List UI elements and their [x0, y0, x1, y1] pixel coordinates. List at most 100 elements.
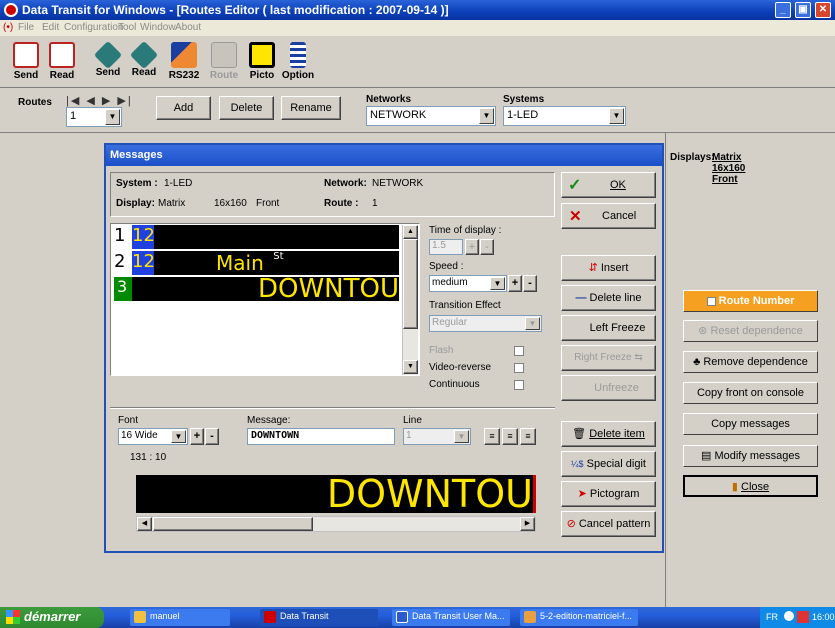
- lang-indicator[interactable]: FR: [766, 612, 778, 622]
- line-3-led[interactable]: DOWNTOU: [132, 277, 399, 301]
- pictogram-button[interactable]: ➤ Pictogram: [561, 481, 656, 507]
- font-label: Font: [118, 415, 139, 426]
- scroll-up-icon[interactable]: ▲: [403, 225, 418, 239]
- align-right-icon: ≡: [525, 431, 531, 441]
- displays-value-1[interactable]: Matrix: [712, 152, 741, 163]
- title-bar: Data Transit for Windows - [Routes Edito…: [0, 0, 835, 20]
- continuous-checkbox[interactable]: [514, 380, 524, 390]
- time-plus-button[interactable]: +: [465, 239, 479, 255]
- video-reverse-checkbox[interactable]: [514, 363, 524, 373]
- h-scroll-thumb[interactable]: [153, 517, 313, 531]
- scroll-down-icon[interactable]: ▼: [403, 360, 418, 374]
- scroll-left-icon[interactable]: ◀: [137, 517, 152, 531]
- restore-button[interactable]: ▣: [795, 2, 811, 18]
- lines-scrollbar[interactable]: ▲ ▼: [402, 225, 418, 375]
- app-icon: [4, 3, 18, 17]
- line-1-led[interactable]: [154, 225, 399, 249]
- menu-file[interactable]: File: [18, 22, 34, 33]
- delete-route-button[interactable]: Delete: [219, 96, 274, 120]
- systems-select[interactable]: 1-LED ▼: [503, 106, 626, 126]
- preview-scrollbar[interactable]: ◀ ▶: [136, 516, 536, 532]
- delete-item-button[interactable]: 🗑 Delete item: [561, 421, 656, 447]
- font-select[interactable]: 16 Wide ▼: [118, 428, 188, 445]
- time-of-display-select[interactable]: 1.5: [429, 239, 463, 255]
- remove-dependence-button[interactable]: ♣ Remove dependence: [683, 351, 818, 373]
- flash-checkbox[interactable]: [514, 346, 524, 356]
- delete-item-label: Delete item: [589, 428, 645, 440]
- route-number-checkbox[interactable]: [706, 296, 716, 306]
- menu-edit[interactable]: Edit: [42, 22, 59, 33]
- right-freeze-button[interactable]: Right Freeze ⇆: [561, 345, 656, 371]
- chevron-down-icon: ▼: [609, 108, 624, 124]
- task-manuel[interactable]: manuel: [130, 609, 230, 626]
- route-nav-arrows[interactable]: |◀ ◀ ▶ ▶|: [66, 94, 133, 107]
- copy-messages-button[interactable]: Copy messages: [683, 413, 818, 435]
- displays-value-2[interactable]: 16x160: [712, 163, 745, 174]
- cancel-button[interactable]: ✕ Cancel: [561, 203, 656, 229]
- read-button[interactable]: Read: [44, 40, 80, 86]
- menu-window[interactable]: Window: [140, 22, 176, 33]
- modify-messages-button[interactable]: ▤ Modify messages: [683, 445, 818, 467]
- networks-select[interactable]: NETWORK ▼: [366, 106, 496, 126]
- align-center-button[interactable]: ≡: [502, 428, 518, 445]
- rename-route-button[interactable]: Rename: [281, 96, 341, 120]
- speed-value: medium: [432, 277, 468, 288]
- network-icon[interactable]: [784, 611, 794, 621]
- insert-button[interactable]: ⇵ Insert: [561, 255, 656, 281]
- route-number-button[interactable]: Route Number: [683, 290, 818, 312]
- taskbar: démarrer manuel Data Transit Data Transi…: [0, 607, 835, 628]
- message-input[interactable]: DOWNTOWN: [247, 428, 395, 445]
- route-button[interactable]: Route: [206, 40, 242, 86]
- scroll-thumb[interactable]: [403, 239, 418, 329]
- transition-select[interactable]: Regular ▼: [429, 315, 542, 332]
- delete-line-label: Delete line: [589, 292, 642, 304]
- alert-icon[interactable]: [797, 611, 809, 623]
- time-minus-button[interactable]: -: [480, 239, 494, 255]
- ok-button[interactable]: ✓ OK: [561, 172, 656, 198]
- font-plus-button[interactable]: +: [190, 428, 204, 445]
- picto-button[interactable]: Picto: [244, 40, 280, 86]
- line-select[interactable]: 1 ▼: [403, 428, 471, 445]
- task-data-transit[interactable]: Data Transit: [260, 609, 378, 626]
- special-digit-label: Special digit: [586, 458, 646, 470]
- scroll-right-icon[interactable]: ▶: [520, 517, 535, 531]
- freeze-icon: ⇆: [634, 352, 643, 363]
- font-minus-button[interactable]: -: [205, 428, 219, 445]
- option-button[interactable]: Option: [280, 40, 316, 86]
- left-freeze-button[interactable]: Left Freeze: [561, 315, 656, 341]
- close-window-button[interactable]: ✕: [815, 2, 831, 18]
- copy-front-button[interactable]: Copy front on console: [683, 382, 818, 404]
- close-button[interactable]: ▮ Close: [683, 475, 818, 497]
- task-user-manual[interactable]: Data Transit User Ma...: [392, 609, 510, 626]
- align-center-icon: ≡: [507, 431, 513, 441]
- task-edition[interactable]: 5-2-edition-matriciel-f...: [520, 609, 638, 626]
- align-right-button[interactable]: ≡: [520, 428, 536, 445]
- start-button[interactable]: démarrer: [0, 607, 104, 628]
- menu-tool[interactable]: Tool: [118, 22, 136, 33]
- route-info-label: Route :: [324, 198, 359, 209]
- unfreeze-button[interactable]: Unfreeze: [561, 375, 656, 401]
- speed-minus-button[interactable]: -: [523, 275, 537, 292]
- special-digit-button[interactable]: ¼$ Special digit: [561, 451, 656, 477]
- rs232-icon: [171, 42, 197, 68]
- chevron-down-icon: ▼: [479, 108, 494, 124]
- speed-select[interactable]: medium ▼: [429, 275, 507, 292]
- displays-value-3[interactable]: Front: [712, 174, 738, 185]
- route-select[interactable]: 1 ▼: [66, 107, 122, 127]
- reset-dependence-button[interactable]: ⊛ Reset dependence: [683, 320, 818, 342]
- add-route-button[interactable]: Add: [156, 96, 211, 120]
- menu-about[interactable]: About: [175, 22, 201, 33]
- line-2-led[interactable]: Main St: [154, 251, 399, 275]
- send-satellite-button[interactable]: Send: [90, 40, 126, 86]
- cancel-pattern-button[interactable]: ⊘ Cancel pattern: [561, 511, 656, 537]
- task-edition-label: 5-2-edition-matriciel-f...: [540, 611, 633, 621]
- minimize-button[interactable]: _: [775, 2, 791, 18]
- delete-line-button[interactable]: — Delete line: [561, 285, 656, 311]
- speed-plus-button[interactable]: +: [508, 275, 522, 292]
- send-icon: [13, 42, 39, 68]
- read-satellite-button[interactable]: Read: [126, 40, 162, 86]
- align-left-button[interactable]: ≡: [484, 428, 500, 445]
- rs232-button[interactable]: RS232: [166, 40, 202, 86]
- menu-configuration[interactable]: Configuration: [64, 22, 123, 33]
- send-button[interactable]: Send: [8, 40, 44, 86]
